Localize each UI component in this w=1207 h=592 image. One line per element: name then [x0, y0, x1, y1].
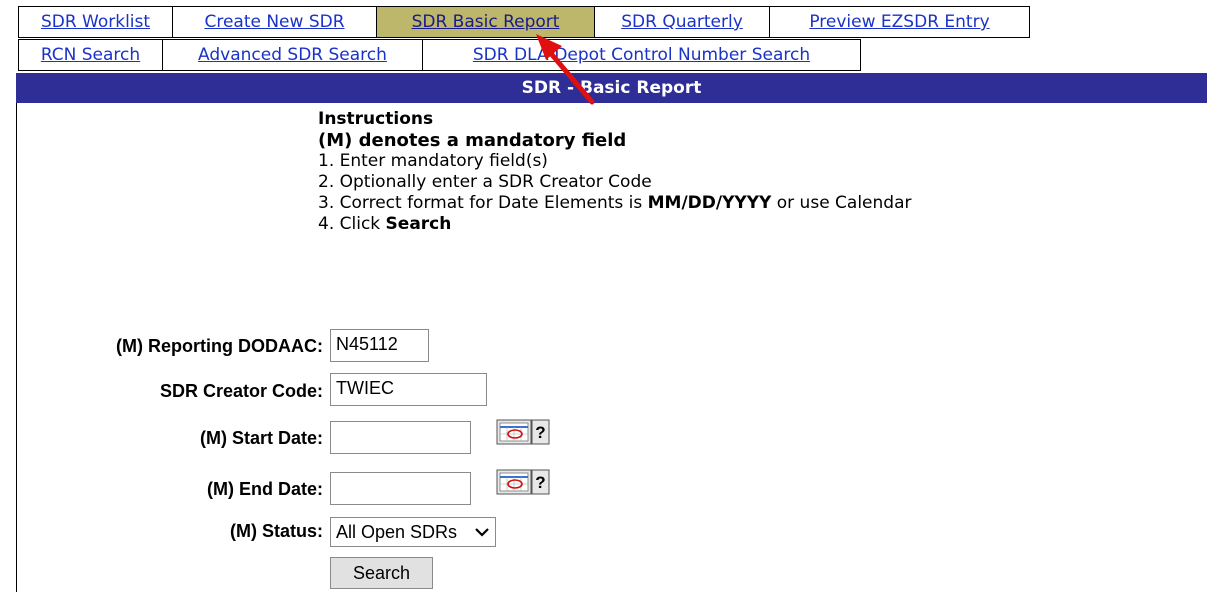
tab-rcn-search[interactable]: RCN Search [18, 39, 163, 71]
help-icon: ? [531, 469, 550, 495]
start-date-input[interactable] [330, 421, 471, 454]
instruction-step-2: 2. Optionally enter a SDR Creator Code [318, 172, 652, 192]
start-date-calendar-button[interactable]: ? [496, 419, 551, 445]
instruction-step-3-prefix: 3. Correct format for Date Elements is [318, 193, 648, 213]
end-date-calendar-button[interactable]: ? [496, 469, 551, 495]
status-label: (M) Status: [230, 521, 323, 541]
page-title: SDR - Basic Report [16, 73, 1207, 103]
instruction-step-3: 3. Correct format for Date Elements is M… [318, 193, 912, 214]
sdr-creator-code-input[interactable]: TWIEC [330, 373, 487, 406]
instructions-subheading: (M) denotes a mandatory field [318, 130, 627, 151]
chevron-down-icon [475, 528, 489, 537]
svg-text:?: ? [535, 473, 545, 492]
tab-preview-ezsdr-entry[interactable]: Preview EZSDR Entry [770, 6, 1030, 38]
instructions-heading: Instructions [318, 109, 434, 129]
tab-sdr-worklist[interactable]: SDR Worklist [18, 6, 173, 38]
annotation-arrow [536, 34, 595, 105]
calendar-icon [496, 419, 532, 445]
instruction-step-3-suffix: or use Calendar [771, 193, 912, 213]
instruction-step-1: 1. Enter mandatory field(s) [318, 151, 548, 171]
instructions-block: Instructions (M) denotes a mandatory fie… [318, 109, 912, 235]
svg-text:?: ? [535, 423, 545, 442]
end-date-label: (M) End Date: [207, 479, 323, 499]
reporting-dodaac-label: (M) Reporting DODAAC: [116, 336, 323, 356]
tab-row-secondary: RCN Search Advanced SDR Search SDR DLA-D… [18, 39, 861, 71]
status-select-value: All Open SDRs [336, 521, 458, 542]
tab-sdr-quarterly[interactable]: SDR Quarterly [595, 6, 770, 38]
start-date-label: (M) Start Date: [199, 428, 323, 448]
content-left-border [16, 103, 17, 592]
instruction-step-4: 4. Click Search [318, 214, 912, 235]
end-date-input[interactable] [330, 472, 471, 505]
calendar-icon [496, 469, 532, 495]
instruction-step-4-prefix: 4. Click [318, 214, 386, 234]
help-icon: ? [531, 419, 550, 445]
search-button[interactable]: Search [330, 557, 433, 589]
date-format-text: MM/DD/YYYY [647, 193, 772, 213]
sdr-creator-code-label: SDR Creator Code: [159, 381, 323, 401]
tab-advanced-sdr-search[interactable]: Advanced SDR Search [163, 39, 423, 71]
tab-create-new-sdr[interactable]: Create New SDR [173, 6, 377, 38]
tab-sdr-dla-depot-control-number-search[interactable]: SDR DLA-Depot Control Number Search [423, 39, 861, 71]
instruction-step-4-search: Search [385, 214, 452, 234]
status-select[interactable]: All Open SDRs [330, 517, 496, 547]
reporting-dodaac-input[interactable]: N45112 [330, 329, 429, 362]
